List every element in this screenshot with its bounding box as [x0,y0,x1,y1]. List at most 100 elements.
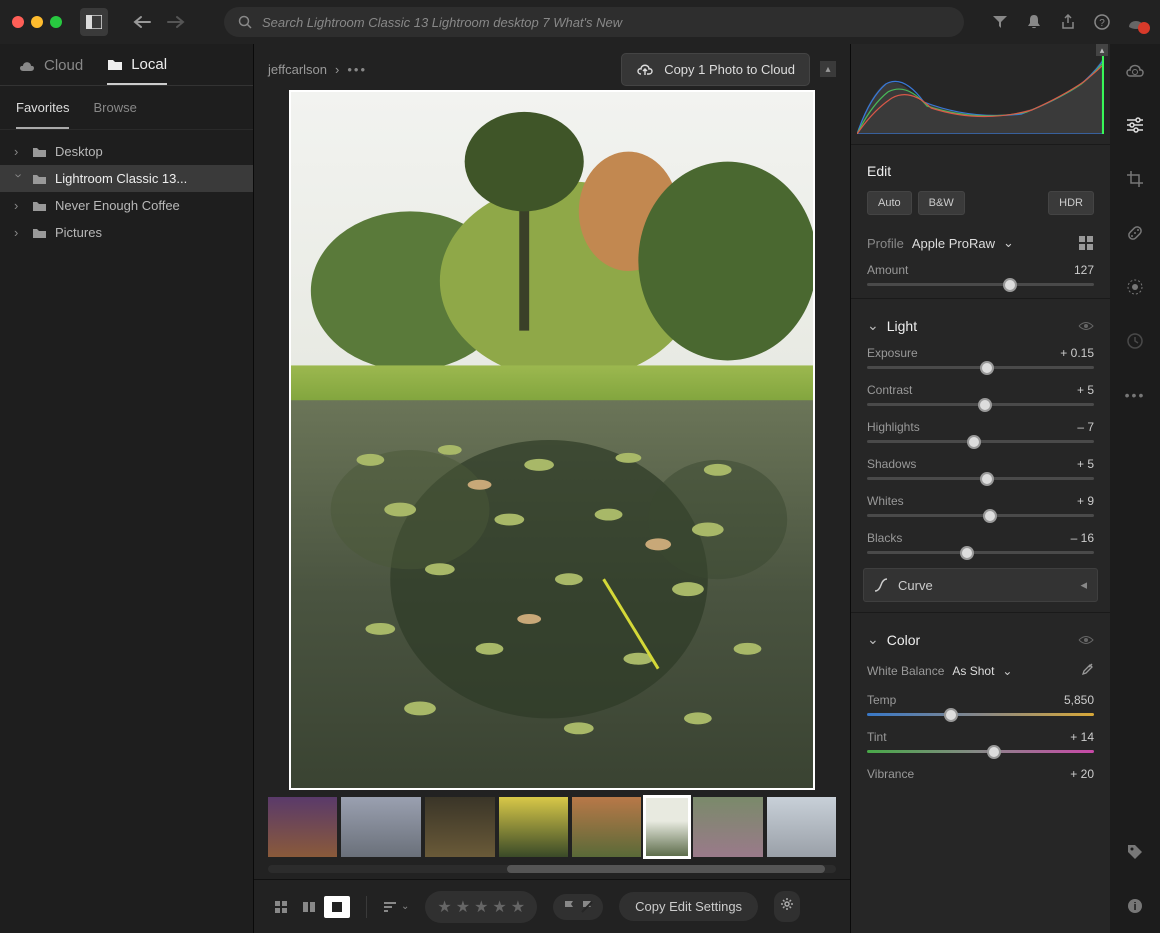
folder-item[interactable]: › Never Enough Coffee [0,192,253,219]
contrast-slider[interactable]: Contrast+ 5 [851,377,1110,414]
shadows-slider[interactable]: Shadows+ 5 [851,451,1110,488]
more-icon[interactable]: ••• [1122,382,1148,408]
nav-back-icon[interactable] [128,8,156,36]
bw-button[interactable]: B&W [918,191,965,215]
folder-label: Never Enough Coffee [55,198,180,213]
nav-forward-icon [162,8,190,36]
thumbnail[interactable] [341,797,421,857]
tab-cloud[interactable]: Cloud [18,56,83,85]
cloud-sync-icon[interactable] [1122,58,1148,84]
flag-reject-icon[interactable] [581,900,593,914]
more-icon[interactable]: ••• [347,62,367,77]
thumbnail[interactable] [268,797,337,857]
hdr-button[interactable]: HDR [1048,191,1094,215]
flag-pick-icon[interactable] [563,900,575,914]
thumbnail[interactable] [767,797,836,857]
auto-button[interactable]: Auto [867,191,912,215]
sort-button[interactable]: ⌄ [383,901,409,913]
versions-icon[interactable] [1122,328,1148,354]
breadcrumb[interactable]: jeffcarlson › ••• [268,62,367,77]
filmstrip-scrollbar[interactable] [268,865,836,873]
close-window[interactable] [12,16,24,28]
flag-buttons[interactable] [553,894,603,920]
folder-item[interactable]: › Desktop [0,138,253,165]
highlights-slider[interactable]: Highlights– 7 [851,414,1110,451]
white-balance-row[interactable]: White Balance As Shot ⌄ [851,654,1110,687]
chevron-down-icon: ⌄ [867,317,879,334]
maximize-window[interactable] [50,16,62,28]
color-panel-header[interactable]: ⌄ Color [851,617,1110,654]
window-controls [12,16,62,28]
slider-label: Shadows [867,457,916,471]
crop-icon[interactable] [1122,166,1148,192]
compare-view-icon[interactable] [296,896,322,918]
detail-view-icon[interactable] [324,896,350,918]
panel-title: Light [887,318,917,334]
slider-label: Amount [867,263,908,277]
search-placeholder: Search Lightroom Classic 13 Lightroom de… [262,15,622,30]
healing-icon[interactable] [1122,220,1148,246]
blacks-slider[interactable]: Blacks– 16 [851,525,1110,562]
copy-edit-settings-button[interactable]: Copy Edit Settings [619,892,758,921]
visibility-icon[interactable] [1078,318,1094,334]
curve-label: Curve [898,578,933,593]
tab-local[interactable]: Local [107,56,167,85]
thumbnail[interactable] [425,797,494,857]
folder-item[interactable]: › Lightroom Classic 13... [0,165,253,192]
main-photo [289,90,815,790]
settings-gear-icon[interactable] [774,891,800,922]
minimize-window[interactable] [31,16,43,28]
disclosure-icon: ◂ [1080,577,1087,593]
filmstrip[interactable] [268,797,836,857]
visibility-icon[interactable] [1078,632,1094,648]
vibrance-slider[interactable]: Vibrance+ 20 [851,761,1110,785]
keywords-icon[interactable] [1122,839,1148,865]
thumbnail[interactable] [572,797,641,857]
copy-to-cloud-button[interactable]: Copy 1 Photo to Cloud [621,53,810,86]
info-icon[interactable]: i [1122,893,1148,919]
folder-item[interactable]: › Pictures [0,219,253,246]
chevron-down-icon: › [12,174,27,184]
curve-icon [874,578,888,592]
share-icon[interactable] [1056,10,1080,34]
curve-row[interactable]: Curve ◂ [863,568,1098,602]
exposure-slider[interactable]: Exposure+ 0.15 [851,340,1110,377]
search-input[interactable]: Search Lightroom Classic 13 Lightroom de… [224,7,964,37]
profile-value[interactable]: Apple ProRaw [912,236,995,251]
masking-icon[interactable] [1122,274,1148,300]
tab-label: Cloud [44,57,83,74]
edit-sliders-icon[interactable] [1122,112,1148,138]
notifications-icon[interactable] [1022,10,1046,34]
histogram[interactable]: ▴ [851,44,1110,140]
account-avatar-icon[interactable] [1124,10,1148,34]
folder-icon [32,173,47,185]
chevron-down-icon: ⌄ [1002,664,1012,678]
cloud-icon [18,59,36,72]
whites-slider[interactable]: Whites+ 9 [851,488,1110,525]
slider-label: Tint [867,730,887,744]
thumbnail[interactable] [499,797,568,857]
panel-toggle-icon[interactable] [80,8,108,36]
subtab-favorites[interactable]: Favorites [16,100,69,129]
tint-slider[interactable]: Tint+ 14 [851,724,1110,761]
rating-stars[interactable]: ★★★★★ [425,891,537,923]
thumbnail-selected[interactable] [645,797,689,857]
tool-rail: ••• i [1110,44,1160,933]
breadcrumb-user: jeffcarlson [268,62,327,77]
thumbnail[interactable] [693,797,762,857]
eyedropper-icon[interactable] [1080,662,1094,679]
light-panel-header[interactable]: ⌄ Light [851,303,1110,340]
folder-tree: › Desktop › Lightroom Classic 13... › Ne… [0,130,253,254]
collapse-panel-icon[interactable]: ▴ [820,61,836,77]
amount-slider[interactable]: Amount127 [851,257,1110,294]
image-viewport[interactable] [254,94,850,793]
filter-icon[interactable] [988,10,1012,34]
subtab-browse[interactable]: Browse [93,100,136,129]
grid-view-icon[interactable] [268,896,294,918]
clipping-indicator-icon[interactable]: ▴ [1096,44,1108,56]
profile-browser-icon[interactable] [1078,235,1094,251]
help-icon[interactable]: ? [1090,10,1114,34]
temp-slider[interactable]: Temp5,850 [851,687,1110,724]
chevron-down-icon[interactable]: ⌄ [1003,235,1014,251]
slider-value: + 0.15 [1060,346,1094,360]
